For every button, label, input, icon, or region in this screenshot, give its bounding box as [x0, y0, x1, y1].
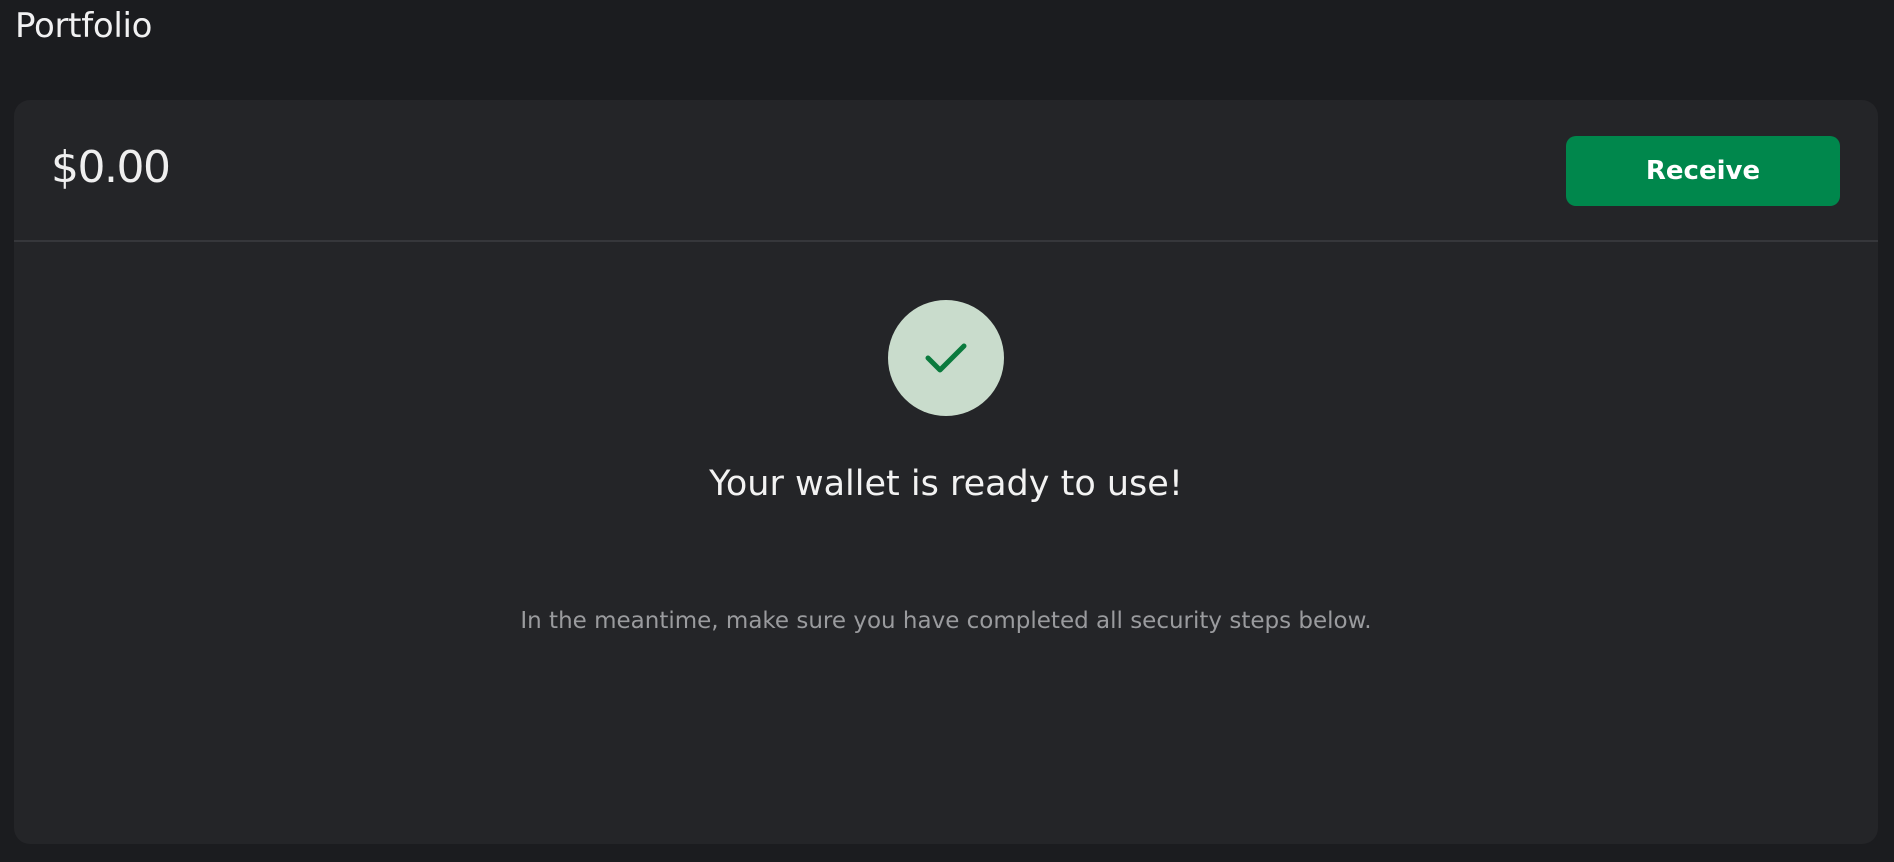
portfolio-balance: $0.00 — [51, 142, 171, 193]
wallet-ready-panel: Your wallet is ready to use! In the mean… — [14, 242, 1878, 842]
portfolio-card: $0.00 Receive Your wallet is ready to us… — [14, 100, 1878, 844]
checkmark-icon — [925, 343, 967, 373]
page-title: Portfolio — [15, 6, 153, 46]
receive-button[interactable]: Receive — [1566, 136, 1840, 206]
wallet-ready-title: Your wallet is ready to use! — [709, 464, 1183, 504]
portfolio-header: $0.00 Receive — [14, 100, 1878, 242]
success-badge — [888, 300, 1004, 416]
wallet-ready-subtitle: In the meantime, make sure you have comp… — [520, 608, 1372, 634]
